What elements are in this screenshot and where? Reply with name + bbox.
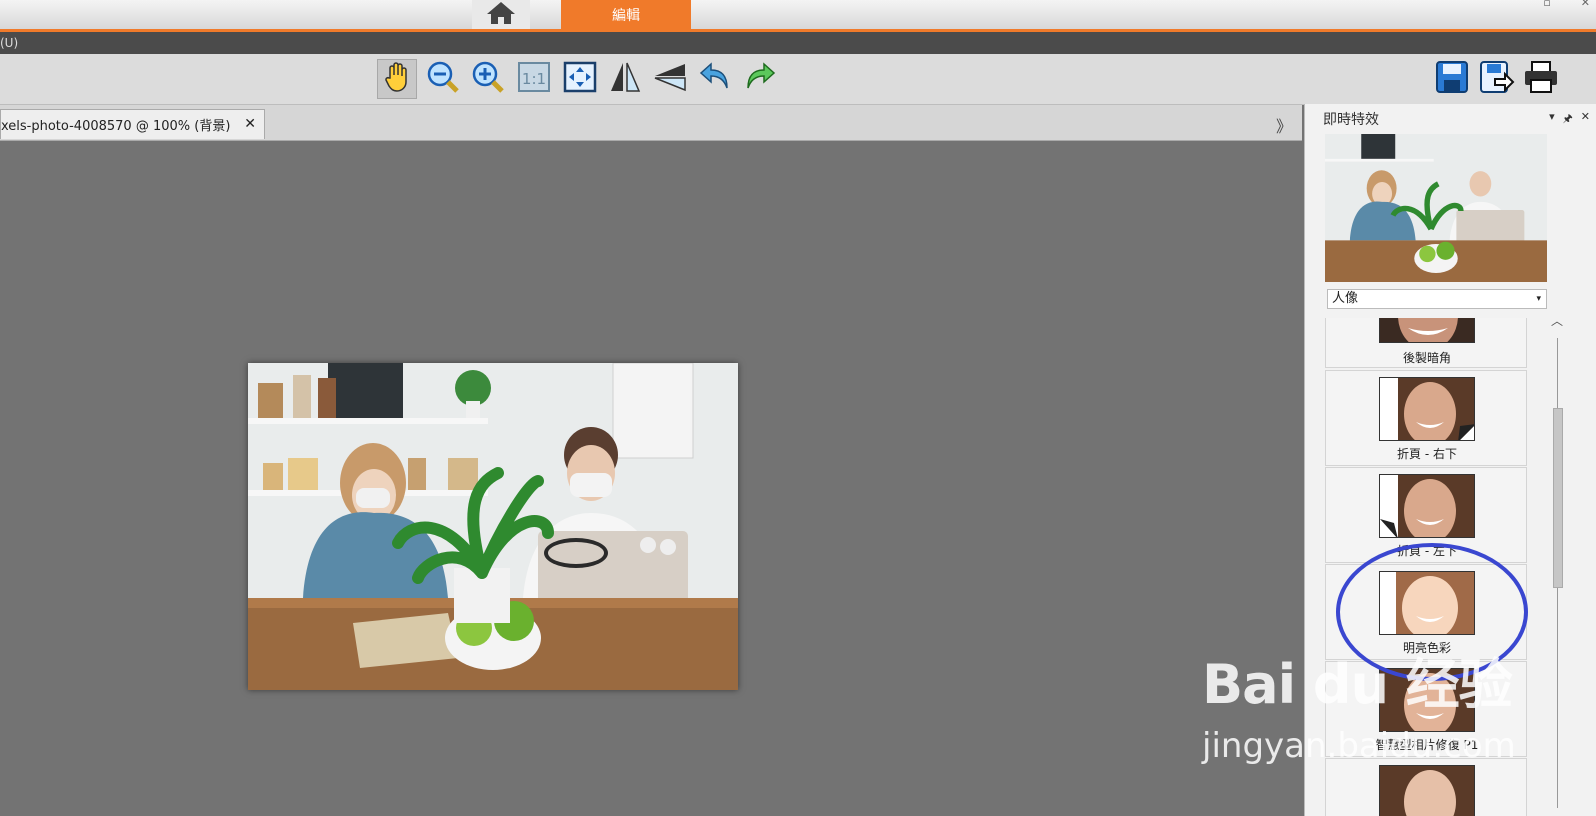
edit-tab-label: 編輯 (612, 7, 640, 24)
home-tab[interactable] (472, 0, 530, 29)
category-dropdown[interactable]: 人像 ▾ (1327, 289, 1547, 309)
effect-preview (1325, 134, 1547, 282)
print-icon (1523, 60, 1559, 98)
toolbar: 1:1 (0, 54, 1596, 105)
actual-size-icon: 1:1 (517, 61, 551, 97)
dropdown-arrow-icon: ▾ (1536, 294, 1541, 304)
home-icon (486, 1, 516, 29)
window-controls: ▫ ✕ (1526, 0, 1596, 10)
effect-thumbnail (1379, 474, 1475, 538)
hand-tool-button[interactable] (377, 59, 417, 99)
svg-text:1:1: 1:1 (522, 70, 546, 88)
effect-thumbnail (1379, 765, 1475, 816)
tab-scroll-right-icon[interactable]: 》 (1276, 113, 1292, 137)
zoom-in-button[interactable] (468, 59, 508, 99)
rotate-right-icon (743, 60, 777, 98)
save-as-button[interactable] (1477, 59, 1517, 99)
flip-horizontal-button[interactable] (605, 59, 645, 99)
flip-horizontal-icon (608, 61, 642, 97)
effect-item[interactable]: 後製暗角 (1325, 318, 1527, 368)
panel-menu-icon[interactable]: ▾ (1549, 110, 1555, 129)
fit-window-button[interactable] (560, 59, 600, 99)
zoom-out-icon (426, 60, 460, 98)
title-bar (0, 0, 1596, 29)
rotate-left-button[interactable] (695, 59, 735, 99)
zoom-out-button[interactable] (423, 59, 463, 99)
document-tab-strip: xels-photo-4008570 @ 100% (背景) ✕ 》 (0, 105, 1302, 141)
maximize-icon[interactable]: ▫ (1543, 0, 1550, 10)
panel-title: 即時特效 (1323, 112, 1379, 128)
watermark-logo: Bai du 经验 (1202, 653, 1513, 716)
effect-label: 折頁 - 右下 (1397, 447, 1457, 461)
flip-vertical-icon (653, 61, 687, 97)
print-button[interactable] (1521, 59, 1561, 99)
hand-icon (383, 62, 411, 96)
close-tab-icon[interactable]: ✕ (244, 116, 256, 132)
flip-vertical-button[interactable] (650, 59, 690, 99)
effect-thumbnail (1379, 377, 1475, 441)
menu-bar: (U) (0, 32, 1596, 54)
zoom-in-icon (471, 60, 505, 98)
panel-controls: ▾ 🖈 ✕ (1549, 110, 1590, 129)
rotate-right-button[interactable] (740, 59, 780, 99)
document-tab-label: xels-photo-4008570 @ 100% (背景) (1, 119, 231, 134)
actual-size-button[interactable]: 1:1 (514, 59, 554, 99)
save-button[interactable] (1432, 59, 1472, 99)
save-as-icon (1479, 60, 1515, 98)
fit-window-icon (563, 61, 597, 97)
scroll-up-icon[interactable]: ︿ (1551, 312, 1563, 329)
photo-image (248, 363, 738, 690)
effect-thumbnail (1379, 318, 1475, 343)
effect-label: 後製暗角 (1402, 351, 1451, 365)
effect-item[interactable]: 折頁 - 右下 (1325, 370, 1527, 466)
edit-tab[interactable]: 編輯 (561, 0, 691, 29)
canvas-photo[interactable] (248, 363, 738, 690)
watermark-url: jingyan.baidu.com (1202, 726, 1516, 766)
preview-image (1325, 134, 1547, 282)
watermark: Bai du 经验 jingyan.baidu.com (1202, 640, 1516, 766)
effect-item[interactable] (1325, 758, 1527, 816)
menu-item-u[interactable]: (U) (0, 36, 18, 50)
category-selected: 人像 (1332, 291, 1359, 306)
save-icon (1435, 60, 1469, 98)
scroll-thumb[interactable] (1553, 408, 1563, 588)
close-window-icon[interactable]: ✕ (1581, 0, 1590, 10)
document-tab[interactable]: xels-photo-4008570 @ 100% (背景) ✕ (0, 109, 265, 139)
rotate-left-icon (698, 60, 732, 98)
effects-scrollbar[interactable]: ︿ (1551, 314, 1565, 816)
pin-icon[interactable]: 🖈 (1563, 110, 1573, 129)
panel-close-icon[interactable]: ✕ (1581, 110, 1590, 129)
